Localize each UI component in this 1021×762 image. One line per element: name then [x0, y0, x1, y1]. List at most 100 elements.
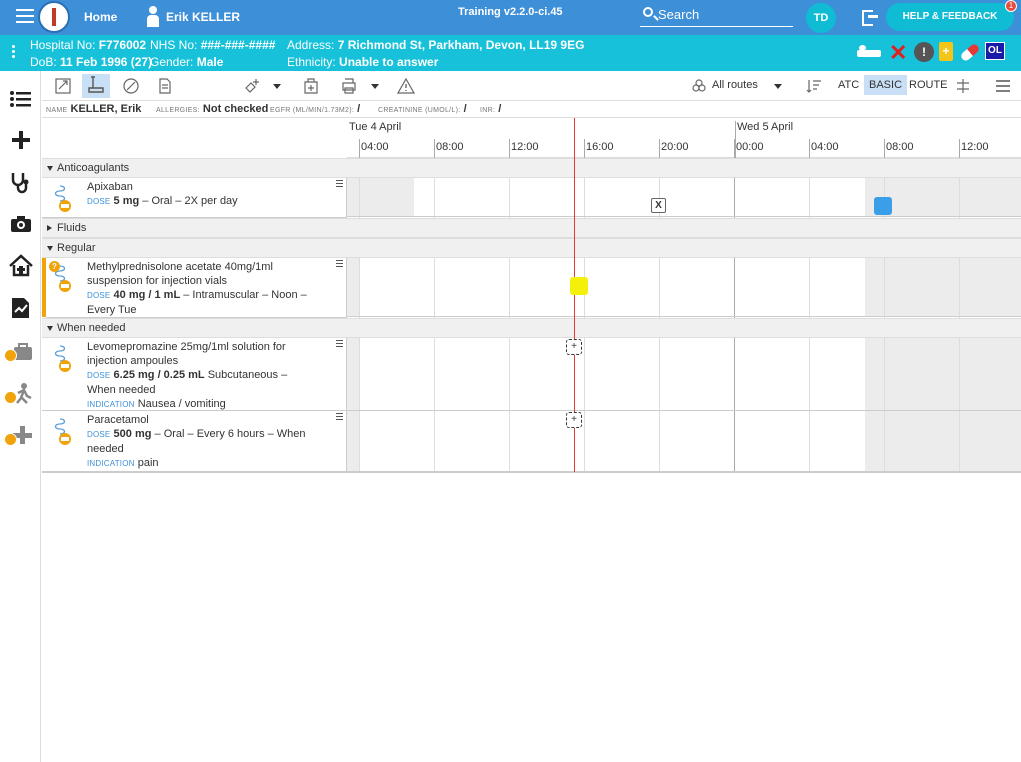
routes-select[interactable]: All routes: [712, 79, 758, 91]
home-link[interactable]: Home: [84, 10, 117, 24]
time-tick: 16:00: [584, 139, 614, 158]
medication-name: Apixaban: [87, 181, 133, 193]
list-icon[interactable]: [8, 86, 34, 112]
pill-icon[interactable]: [959, 42, 981, 63]
warning-icon[interactable]: !: [914, 42, 934, 62]
more-options-icon[interactable]: [12, 45, 15, 60]
locked-add-icon[interactable]: [4, 423, 34, 449]
time-tick: 20:00: [659, 139, 689, 158]
ethnicity: Ethnicity: Unable to answer: [287, 55, 439, 69]
camera-icon[interactable]: [8, 211, 34, 237]
medication-name: Levomepromazine 25mg/1ml solution for in…: [87, 341, 286, 367]
bed-icon[interactable]: [857, 42, 881, 64]
indication-value: pain: [137, 457, 159, 469]
stethoscope-icon[interactable]: [8, 169, 34, 195]
timeline-grid: [347, 158, 1021, 472]
alert-x-icon[interactable]: ✕: [889, 42, 911, 64]
collapse-icon: [47, 166, 53, 171]
chart-view-icon[interactable]: [54, 77, 72, 95]
add-prn-dose-button[interactable]: +: [566, 412, 582, 428]
search-input[interactable]: Search: [640, 4, 793, 27]
section-anticoagulants[interactable]: Anticoagulants: [42, 158, 1021, 178]
document-icon[interactable]: [156, 77, 174, 95]
missed-dose-marker[interactable]: X: [651, 198, 666, 213]
grid-row: [347, 258, 1021, 317]
medication-row[interactable]: Paracetamol DOSE 500 mg – Oral – Every 6…: [42, 411, 347, 472]
environment-label: Training v2.2.0-ci.45: [458, 6, 563, 18]
add-dropdown-caret-icon[interactable]: [273, 84, 281, 89]
time-tick: 12:00: [959, 139, 989, 158]
user-avatar[interactable]: TD: [806, 3, 836, 33]
clipboard-icon[interactable]: +: [939, 42, 953, 61]
expand-icon: [47, 225, 52, 231]
row-menu-icon[interactable]: [336, 260, 343, 269]
route-toggle[interactable]: ROUTE: [909, 79, 948, 91]
signed-document-icon[interactable]: [8, 295, 34, 321]
time-tick: 04:00: [359, 139, 389, 158]
warning-triangle-icon[interactable]: [397, 77, 415, 95]
status-ol-badge[interactable]: OL: [985, 42, 1005, 60]
medication-row[interactable]: Methylprednisolone acetate 40mg/1ml susp…: [46, 258, 347, 318]
expand-collapse-icon[interactable]: [954, 77, 972, 95]
sort-icon[interactable]: [805, 77, 823, 95]
section-when-needed[interactable]: When needed: [42, 318, 1021, 338]
add-prn-dose-button[interactable]: +: [566, 339, 582, 355]
allergies-info[interactable]: ALLERGIES: Not checked: [156, 103, 268, 115]
locked-briefcase-icon[interactable]: [4, 339, 34, 365]
row-menu-icon[interactable]: [336, 340, 343, 349]
help-feedback-button[interactable]: HELP & FEEDBACK: [886, 3, 1014, 31]
creatinine-info: CREATININE (UMOL/L): /: [378, 103, 467, 115]
inr-info: INR: /: [480, 103, 502, 115]
administer-view-icon[interactable]: [82, 74, 110, 98]
print-icon[interactable]: [340, 77, 358, 95]
basic-toggle[interactable]: BASIC: [864, 75, 908, 95]
nhs-no: NHS No: ###-###-####: [150, 38, 276, 52]
address: Address: 7 Richmond St, Parkham, Devon, …: [287, 38, 585, 52]
due-dose-marker[interactable]: [570, 277, 588, 295]
medication-name: Methylprednisolone acetate 40mg/1ml susp…: [87, 261, 273, 287]
more-menu-icon[interactable]: [994, 77, 1012, 95]
add-icon[interactable]: [8, 127, 34, 153]
dose-label: DOSE: [87, 371, 111, 380]
menu-icon[interactable]: [16, 9, 34, 25]
logout-icon[interactable]: [862, 8, 882, 26]
day-label: Tue 4 April: [349, 121, 402, 133]
dose-value: 5 mg: [113, 195, 140, 207]
routes-filter-icon[interactable]: [690, 77, 708, 95]
dose-label: DOSE: [87, 291, 111, 300]
lock-icon: [4, 391, 17, 404]
medication-details: Methylprednisolone acetate 40mg/1ml susp…: [87, 260, 312, 317]
patient-name-link[interactable]: Erik KELLER: [166, 10, 240, 24]
atc-toggle[interactable]: ATC: [838, 79, 859, 91]
pill-view-icon[interactable]: [122, 77, 140, 95]
section-label: Anticoagulants: [57, 162, 130, 174]
question-icon[interactable]: ?: [49, 261, 60, 272]
medication-row[interactable]: Apixaban DOSE 5 mg – Oral – 2X per day: [42, 178, 347, 218]
section-regular[interactable]: Regular: [42, 238, 1021, 258]
dose-label: DOSE: [87, 430, 111, 439]
print-dropdown-caret-icon[interactable]: [371, 84, 379, 89]
row-menu-icon[interactable]: [336, 180, 343, 189]
home-care-icon[interactable]: [8, 253, 34, 279]
section-label: Regular: [57, 242, 96, 254]
routes-dropdown-caret-icon[interactable]: [774, 84, 782, 89]
row-menu-icon[interactable]: [336, 413, 343, 422]
gender: Gender: Male: [150, 55, 224, 69]
name-info: NAME KELLER, Erik: [46, 103, 142, 115]
app-logo[interactable]: [38, 1, 70, 33]
dose-value: 500 mg: [113, 428, 152, 440]
given-dose-marker[interactable]: [874, 197, 892, 215]
medication-row[interactable]: Levomepromazine 25mg/1ml solution for in…: [42, 338, 347, 411]
chart-toolbar: All routes ATC BASIC ROUTE: [42, 71, 1021, 101]
locked-activity-icon[interactable]: [4, 381, 34, 407]
route-frequency: – Oral – 2X per day: [139, 195, 238, 207]
section-label: When needed: [57, 322, 126, 334]
medication-details: Levomepromazine 25mg/1ml solution for in…: [87, 340, 312, 412]
add-protocol-icon[interactable]: [302, 77, 320, 95]
dose-label: DOSE: [87, 197, 111, 206]
egfr-info: EGFR (ML/MIN/1.73M2): /: [270, 103, 361, 115]
section-fluids[interactable]: Fluids: [42, 218, 1021, 238]
add-medication-icon[interactable]: [243, 77, 261, 95]
medication-name: Paracetamol: [87, 414, 149, 426]
administration-icon: [54, 345, 71, 372]
